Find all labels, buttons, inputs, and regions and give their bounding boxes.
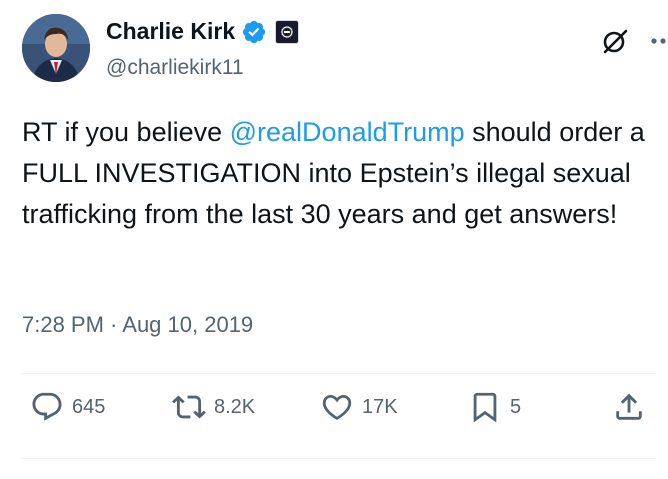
share-button[interactable] — [612, 390, 646, 424]
divider-top — [22, 373, 656, 374]
like-count: 17K — [362, 395, 398, 418]
tweet-text-start: RT if you believe — [22, 117, 230, 147]
avatar[interactable] — [22, 14, 90, 82]
like-icon — [322, 394, 352, 420]
divider-bottom — [22, 458, 656, 459]
bookmark-button[interactable]: 5 — [468, 390, 521, 424]
grok-icon[interactable] — [600, 26, 630, 56]
name-row: Charlie Kirk — [106, 18, 300, 45]
affiliate-badge-icon[interactable] — [275, 19, 300, 44]
tweet-text: RT if you believe @realDonaldTrump shoul… — [22, 112, 652, 235]
repost-icon — [172, 395, 206, 419]
like-button[interactable]: 17K — [320, 390, 398, 424]
bookmark-count: 5 — [510, 395, 522, 418]
share-icon — [616, 393, 642, 420]
mention-link[interactable]: @realDonaldTrump — [230, 117, 465, 147]
repost-button[interactable]: 8.2K — [172, 390, 255, 424]
more-icon[interactable] — [648, 26, 668, 56]
verified-badge-icon[interactable] — [241, 19, 267, 45]
timestamp[interactable]: 7:28 PM · Aug 10, 2019 — [22, 312, 253, 338]
tweet-header: Charlie Kirk @charliekirk11 — [22, 12, 668, 84]
action-bar: 645 8.2K 17K 5 — [22, 390, 656, 442]
top-strip — [0, 0, 668, 5]
reply-button[interactable]: 645 — [30, 390, 105, 424]
repost-count: 8.2K — [214, 395, 256, 418]
display-name[interactable]: Charlie Kirk — [106, 18, 235, 45]
handle[interactable]: @charliekirk11 — [106, 56, 244, 80]
bookmark-icon — [473, 392, 497, 423]
reply-icon — [32, 392, 62, 421]
reply-count: 645 — [72, 395, 106, 418]
